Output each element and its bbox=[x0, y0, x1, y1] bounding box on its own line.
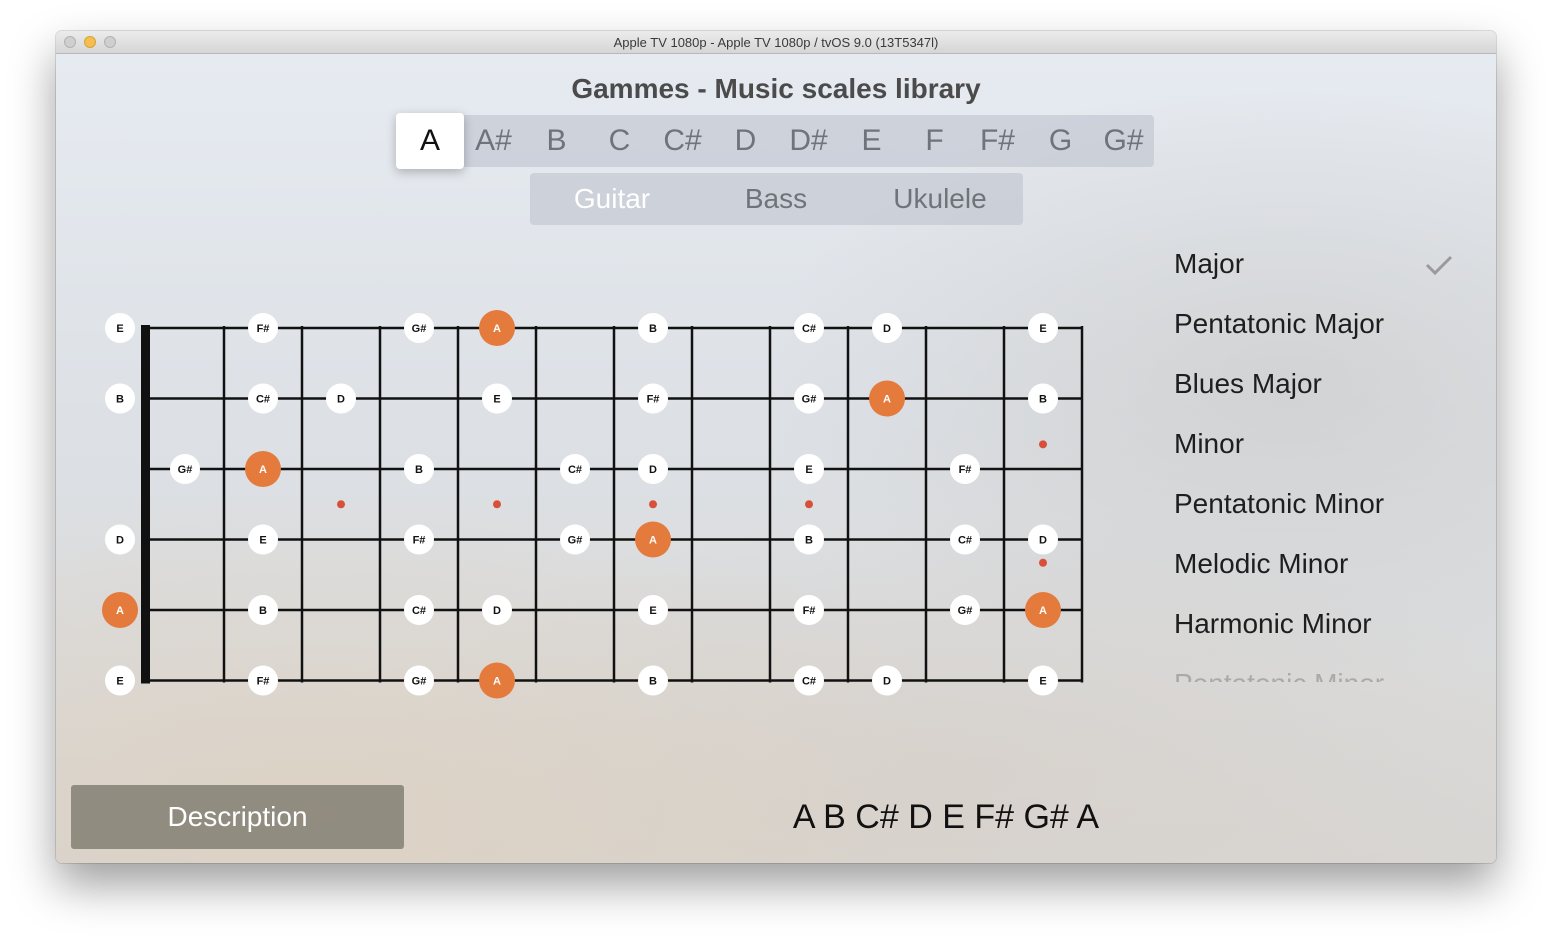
fretboard: E F# G# A B C# D E B C# D E F# G# A B G# A B C# D E F# D E F# G# A B… bbox=[102, 310, 1084, 699]
note-label: C# bbox=[256, 394, 270, 406]
scale-item-harmonic-minor[interactable]: Harmonic Minor bbox=[1174, 604, 1464, 644]
note-label: G# bbox=[178, 464, 193, 476]
note-label: B bbox=[415, 464, 423, 476]
scale-item-label: Blues Major bbox=[1174, 368, 1322, 399]
simulator-window: Apple TV 1080p - Apple TV 1080p / tvOS 9… bbox=[56, 31, 1496, 863]
note-label: D bbox=[493, 605, 501, 617]
note-label: E bbox=[116, 323, 123, 335]
note-label: G# bbox=[958, 605, 973, 617]
note-label: A bbox=[1039, 605, 1047, 617]
scale-item-label: Pentatonic Major bbox=[1174, 308, 1385, 339]
note-label: B bbox=[805, 535, 813, 547]
inlay-dot bbox=[337, 500, 345, 509]
note-label: A bbox=[116, 605, 124, 617]
note-label: E bbox=[805, 464, 812, 476]
note-label: C# bbox=[568, 464, 582, 476]
note-label: G# bbox=[412, 676, 427, 688]
inlay-dot bbox=[649, 500, 657, 509]
note-label: D bbox=[1039, 535, 1047, 547]
note-label: A bbox=[493, 323, 501, 335]
note-label: E bbox=[1039, 676, 1046, 688]
inlay-dot bbox=[1039, 440, 1047, 449]
note-label: B bbox=[1039, 394, 1047, 406]
scale-item-label: Major bbox=[1174, 248, 1245, 279]
note-label: C# bbox=[802, 323, 816, 335]
note-label: G# bbox=[802, 394, 817, 406]
scale-item-major[interactable]: Major bbox=[1174, 244, 1464, 284]
note-label: E bbox=[493, 394, 500, 406]
note-label: D bbox=[649, 464, 657, 476]
description-button[interactable]: Description bbox=[71, 785, 404, 849]
note-label: F# bbox=[959, 464, 972, 476]
note-label: A bbox=[493, 676, 501, 688]
scale-item-label: Pentatonic Minor bbox=[1174, 488, 1385, 519]
scale-item-melodic-minor[interactable]: Melodic Minor bbox=[1174, 544, 1464, 584]
note-label: A bbox=[649, 535, 657, 547]
note-label: F# bbox=[803, 605, 816, 617]
window-title: Apple TV 1080p - Apple TV 1080p / tvOS 9… bbox=[613, 35, 939, 50]
note-label: F# bbox=[647, 394, 660, 406]
inlay-dot bbox=[805, 500, 813, 509]
note-label: B bbox=[259, 605, 267, 617]
note-label: E bbox=[1039, 323, 1046, 335]
note-label: F# bbox=[413, 535, 426, 547]
scale-item-pentatonic-minor[interactable]: Pentatonic Minor bbox=[1174, 664, 1464, 682]
note-label: E bbox=[259, 535, 266, 547]
note-label: D bbox=[883, 676, 891, 688]
note-label: C# bbox=[958, 535, 972, 547]
note-label: C# bbox=[802, 676, 816, 688]
note-label: D bbox=[337, 394, 345, 406]
note-label: G# bbox=[568, 535, 583, 547]
note-label: D bbox=[883, 323, 891, 335]
scale-item-label: Pentatonic Minor bbox=[1174, 668, 1384, 682]
note-label: E bbox=[116, 676, 123, 688]
checkmark-icon bbox=[1425, 255, 1453, 276]
inlay-dot bbox=[1039, 558, 1047, 567]
note-label: A bbox=[259, 464, 267, 476]
note-label: B bbox=[649, 676, 657, 688]
inlay-dot bbox=[493, 500, 501, 509]
scale-item-pentatonic-major[interactable]: Pentatonic Major bbox=[1174, 304, 1464, 344]
scale-item-label: Melodic Minor bbox=[1174, 548, 1349, 579]
scale-item-label: Minor bbox=[1174, 428, 1245, 459]
title-bar: Apple TV 1080p - Apple TV 1080p / tvOS 9… bbox=[56, 31, 1496, 54]
scale-item-pentatonic-minor[interactable]: Pentatonic Minor bbox=[1174, 484, 1464, 524]
note-label: B bbox=[116, 394, 124, 406]
note-label: A bbox=[883, 394, 891, 406]
note-label: D bbox=[116, 535, 124, 547]
app-content: Gammes - Music scales library A A# B C C# D D#… bbox=[56, 54, 1496, 863]
scale-item-minor[interactable]: Minor bbox=[1174, 424, 1464, 464]
nut bbox=[141, 325, 150, 684]
note-label: E bbox=[649, 605, 656, 617]
note-label: B bbox=[649, 323, 657, 335]
note-label: F# bbox=[257, 676, 270, 688]
scale-item-label: Harmonic Minor bbox=[1174, 608, 1372, 639]
note-label: C# bbox=[412, 605, 426, 617]
note-label: G# bbox=[412, 323, 427, 335]
scale-item-blues-major[interactable]: Blues Major bbox=[1174, 364, 1464, 404]
note-label: F# bbox=[257, 323, 270, 335]
scale-notes: A B C# D E F# G# A bbox=[792, 798, 1100, 836]
